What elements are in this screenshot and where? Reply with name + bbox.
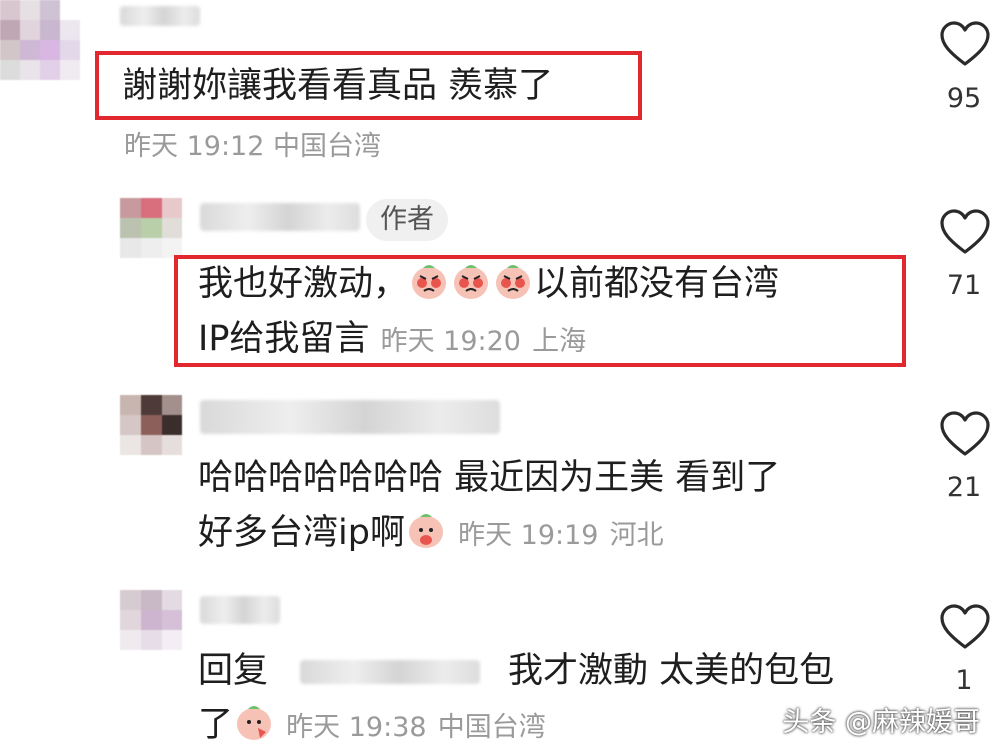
heart-icon[interactable] bbox=[939, 20, 991, 68]
peach-emoji-icon bbox=[496, 265, 531, 299]
heart-icon[interactable] bbox=[939, 410, 991, 458]
comment-text-line2: 了 昨天 19:38 中国台湾 bbox=[198, 702, 546, 751]
username[interactable] bbox=[200, 596, 280, 624]
like-count: 71 bbox=[946, 270, 982, 301]
comment-body-line2: 好多台湾ip啊 bbox=[198, 513, 405, 553]
comment-body: 我才激動 太美的包包 bbox=[508, 651, 835, 691]
comment-text-line2: IP给我留言 昨天 19:20 上海 bbox=[198, 316, 586, 365]
reply-prefix: 回复 bbox=[198, 651, 269, 691]
heart-icon[interactable] bbox=[939, 603, 991, 651]
comment-text: 哈哈哈哈哈哈哈 最近因为王美 看到了 bbox=[198, 455, 780, 501]
username[interactable] bbox=[120, 6, 200, 26]
watermark-platform: 头条 bbox=[782, 707, 837, 738]
avatar[interactable] bbox=[0, 0, 80, 100]
heart-icon[interactable] bbox=[939, 208, 991, 256]
comment-meta: 昨天 19:12 中国台湾 bbox=[124, 124, 381, 163]
comment-text: 回复 bbox=[198, 648, 268, 694]
comment-body: 我也好激动， bbox=[198, 264, 409, 304]
comment-body: 哈哈哈哈哈哈哈 最近因为王美 看到了 bbox=[198, 458, 781, 498]
username[interactable] bbox=[200, 400, 500, 434]
avatar[interactable] bbox=[120, 590, 182, 650]
watermark: 头条 @麻辣媛哥 bbox=[782, 700, 980, 739]
watermark-handle: @麻辣媛哥 bbox=[845, 707, 980, 738]
reply-to-username[interactable] bbox=[300, 660, 480, 684]
comment-time: 昨天 19:20 bbox=[380, 326, 521, 357]
avatar[interactable] bbox=[120, 395, 182, 455]
comment-body-line2: 了 bbox=[198, 705, 234, 745]
peach-emoji-icon bbox=[237, 706, 272, 740]
like-count: 1 bbox=[955, 665, 973, 696]
comment-location: 上海 bbox=[532, 326, 587, 357]
comment-text: 謝謝妳讓我看看真品 羨慕了 bbox=[122, 63, 553, 109]
comment-time: 昨天 19:12 bbox=[124, 131, 265, 162]
comment-text-cont: 我才激動 太美的包包 bbox=[508, 648, 834, 694]
avatar[interactable] bbox=[120, 198, 182, 258]
comment-time: 昨天 19:19 bbox=[458, 520, 599, 551]
comment-text: 我也好激动， 以前都没有台湾 bbox=[198, 261, 779, 307]
like-count: 21 bbox=[946, 472, 982, 503]
comment-text-line2: 好多台湾ip啊 昨天 19:19 河北 bbox=[198, 510, 664, 559]
peach-emoji-icon bbox=[454, 265, 489, 299]
comment-time: 昨天 19:38 bbox=[286, 712, 427, 743]
author-badge: 作者 bbox=[366, 199, 448, 241]
peach-emoji-icon bbox=[412, 265, 447, 299]
comment-location: 中国台湾 bbox=[273, 131, 381, 162]
username[interactable] bbox=[200, 203, 360, 231]
peach-emoji-icon bbox=[408, 514, 443, 548]
comment-body: 謝謝妳讓我看看真品 羨慕了 bbox=[122, 66, 554, 106]
comment-location: 中国台湾 bbox=[437, 712, 546, 743]
comment-body-line2: IP给我留言 bbox=[198, 319, 370, 359]
comment-body-cont: 以前都没有台湾 bbox=[534, 264, 780, 304]
comment-location: 河北 bbox=[609, 520, 664, 551]
like-count: 95 bbox=[946, 83, 982, 114]
